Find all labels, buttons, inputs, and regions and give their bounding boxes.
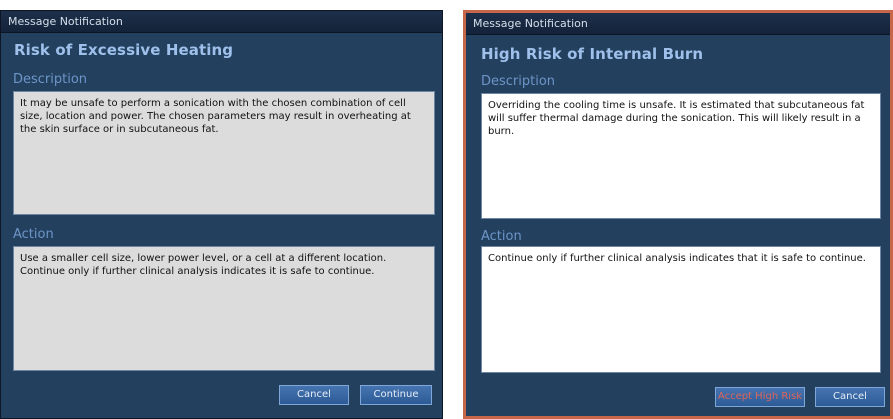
action-label: Action xyxy=(13,227,54,242)
description-label: Description xyxy=(481,74,556,89)
continue-button[interactable]: Continue xyxy=(360,385,432,405)
action-label: Action xyxy=(481,229,522,244)
dialog-heading: Risk of Excessive Heating xyxy=(14,41,234,59)
description-textbox: It may be unsafe to perform a sonication… xyxy=(13,91,435,215)
high-risk-internal-burn-dialog: Message Notification High Risk of Intern… xyxy=(463,10,893,419)
accept-high-risk-button[interactable]: Accept High Risk xyxy=(715,387,805,407)
risk-excessive-heating-dialog: Message Notification Risk of Excessive H… xyxy=(0,10,443,419)
description-textbox: Overriding the cooling time is unsafe. I… xyxy=(481,93,881,219)
window-title-bar: Message Notification xyxy=(466,13,890,35)
cancel-button[interactable]: Cancel xyxy=(279,385,349,405)
cancel-button[interactable]: Cancel xyxy=(815,387,885,407)
action-textbox: Use a smaller cell size, lower power lev… xyxy=(13,246,435,371)
window-title-bar: Message Notification xyxy=(1,11,442,33)
description-label: Description xyxy=(13,72,88,87)
dialog-heading: High Risk of Internal Burn xyxy=(481,45,704,63)
action-textbox: Continue only if further clinical analys… xyxy=(481,246,881,373)
